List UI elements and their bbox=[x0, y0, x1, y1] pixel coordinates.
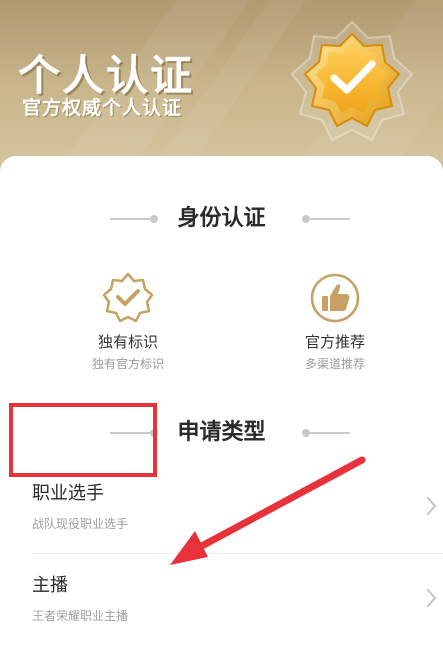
identity-section-title: 身份认证 bbox=[177, 206, 266, 231]
apply-type-streamer[interactable]: 主播 王者荣耀职业主播 bbox=[0, 554, 443, 646]
feature-desc: 独有官方标识 bbox=[91, 357, 164, 371]
verified-badge-icon bbox=[290, 20, 414, 142]
content-card: 身份认证 独有标识 独有官方标识 官方推荐 多渠道推荐 申请类型 职业选手 战队… bbox=[0, 156, 443, 649]
feature-official-recommend: 官方推荐 多渠道推荐 bbox=[255, 270, 415, 372]
item-title: 职业选手 bbox=[32, 483, 104, 504]
chevron-right-icon bbox=[427, 497, 436, 515]
thumbs-up-icon bbox=[310, 273, 360, 323]
personal-verification-page: 个人认证 官方权威个人认证 身份认证 独有标识 独有官方标识 官方推荐 多渠道推… bbox=[0, 0, 443, 649]
feature-desc: 多渠道推荐 bbox=[304, 357, 365, 371]
item-desc: 战队现役职业选手 bbox=[32, 517, 129, 531]
apply-section-header: 申请类型 bbox=[0, 418, 443, 448]
feature-exclusive-badge: 独有标识 独有官方标识 bbox=[48, 270, 208, 372]
apply-type-pro-player[interactable]: 职业选手 战队现役职业选手 bbox=[0, 462, 443, 554]
feature-name: 独有标识 bbox=[97, 333, 158, 351]
badge-check-icon bbox=[102, 272, 154, 323]
feature-name: 官方推荐 bbox=[304, 333, 365, 351]
banner-subtitle: 官方权威个人认证 bbox=[22, 97, 183, 119]
item-desc: 王者荣耀职业主播 bbox=[32, 609, 129, 623]
identity-section-header: 身份认证 bbox=[0, 204, 443, 234]
item-title: 主播 bbox=[32, 575, 68, 596]
chevron-right-icon bbox=[427, 589, 436, 607]
feature-list: 独有标识 独有官方标识 官方推荐 多渠道推荐 bbox=[0, 270, 443, 380]
apply-section-title: 申请类型 bbox=[177, 420, 266, 445]
